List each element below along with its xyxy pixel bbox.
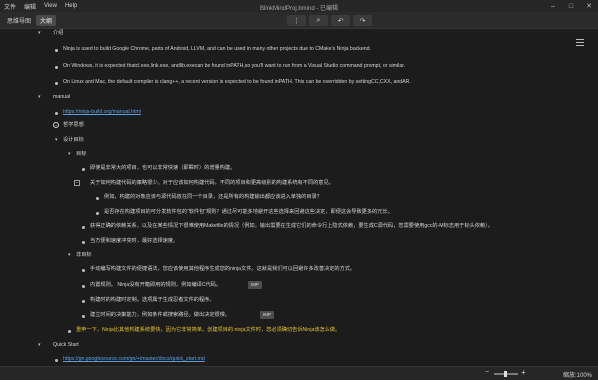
goal-line-3[interactable]: 获得正确的依赖关系，以及在某些情况下很难使用Makefile的情况（例如，输出需… bbox=[90, 222, 493, 230]
undo-icon[interactable]: ↶ bbox=[331, 15, 350, 26]
bullet-icon bbox=[55, 82, 58, 85]
bullet-icon bbox=[96, 212, 99, 215]
zoom-in-icon[interactable]: + bbox=[521, 368, 526, 377]
manual-link[interactable]: https://ninja-build.org/manual.html bbox=[63, 108, 141, 116]
bullet-icon bbox=[55, 112, 58, 115]
collapse-arrow-icon[interactable]: ▾ bbox=[68, 151, 71, 157]
collapse-arrow-icon[interactable]: ▾ bbox=[38, 30, 41, 36]
status-bar: − + 缩放:100% bbox=[0, 366, 598, 380]
goal-line-2[interactable]: 关于如何构建代码的策略很少。对于应该如何构建代码，不同的项目和更高级别的构建系统… bbox=[90, 179, 334, 187]
maximize-icon[interactable]: □ bbox=[562, 0, 580, 12]
goal-subline-2[interactable]: 是否存在构建项目的可分发软件包的“软件包”规则？通过尽可能多地避开这些选择来回避… bbox=[104, 208, 393, 216]
highlighted-note[interactable]: 重申一下，Ninja比其他构建系统要快，因为它非常简单。创建项目的.ninja文… bbox=[76, 326, 340, 334]
search-icon[interactable]: ⌕ bbox=[309, 15, 328, 26]
collapse-arrow-icon[interactable]: ▾ bbox=[68, 252, 71, 258]
tab-mindmap[interactable]: 思维导图 bbox=[3, 15, 35, 26]
nongoal-line-2[interactable]: 内置规则。 Ninja没有开箱即用的规则，例如编译C代码。 bbox=[90, 281, 221, 289]
node-intro[interactable]: 介绍 bbox=[53, 29, 63, 37]
nongoal-line-3[interactable]: 构建时的构建时定制。选项属于生成忍者文件的程序。 bbox=[90, 296, 215, 304]
bullet-icon bbox=[82, 168, 85, 171]
zoom-label: 缩放:100% bbox=[562, 373, 592, 379]
window-title: BlinkMindProj.bmind - 已编辑 bbox=[259, 6, 339, 12]
menu-icon[interactable]: ⋮ bbox=[287, 15, 306, 26]
bullet-icon bbox=[55, 49, 58, 52]
minimize-icon[interactable]: – bbox=[544, 0, 562, 12]
node-quickstart[interactable]: Quick Start bbox=[53, 341, 79, 349]
bullet-icon bbox=[82, 300, 85, 303]
node-goal[interactable]: 目标 bbox=[76, 150, 86, 158]
bullet-icon bbox=[82, 315, 85, 318]
collapse-arrow-icon[interactable]: ▾ bbox=[38, 94, 41, 100]
nongoal-line-4[interactable]: 建立时间的决策能力，例如条件或搜索路径。做出决定很慢。 bbox=[90, 311, 230, 319]
bullet-icon bbox=[82, 241, 85, 244]
collapse-arrow-icon[interactable]: ▾ bbox=[55, 137, 58, 143]
goal-subline-1[interactable]: 例如，构建的对象应该与源代码放在同一个目录，还是所有的构建输出都应该进入单独的目… bbox=[104, 193, 322, 201]
close-icon[interactable]: ✕ bbox=[580, 0, 598, 12]
node-philosophy[interactable]: 哲学思想 bbox=[63, 121, 84, 129]
bullet-icon bbox=[96, 197, 99, 200]
outline-editor[interactable]: ▾ 介绍 Ninja is used to build Google Chrom… bbox=[0, 29, 598, 366]
zoom-slider[interactable] bbox=[494, 371, 518, 377]
quickstart-link[interactable]: https://gn.googlesource.com/gn/+/master/… bbox=[63, 355, 205, 363]
toolbar: 思维导图 大纲 ⋮ ⌕ ↶ ↷ bbox=[0, 12, 598, 29]
nongoal-line-1[interactable]: 手动编写构建文件的便捷语法，您应该使用其他程序生成您的ninja文件。这就是我们… bbox=[90, 265, 355, 273]
intro-line-2[interactable]: On Windows, it is expected thatcl.exe,li… bbox=[63, 62, 405, 70]
collapsed-node-icon[interactable]: + bbox=[53, 122, 59, 128]
expand-toggle-icon[interactable]: − bbox=[74, 180, 80, 186]
bullet-icon bbox=[55, 66, 58, 69]
zoom-out-icon[interactable]: − bbox=[485, 369, 489, 376]
goal-line-4[interactable]: 当方便和速度冲突时，最好选择速度。 bbox=[90, 237, 178, 245]
node-design-goals[interactable]: 设计目标 bbox=[63, 136, 84, 144]
bullet-icon bbox=[68, 330, 71, 333]
bullet-icon bbox=[82, 226, 85, 229]
tool-group: ⋮ ⌕ ↶ ↷ bbox=[287, 15, 372, 26]
node-manual[interactable]: manual bbox=[53, 93, 70, 101]
tag-badge[interactable]: IMP bbox=[248, 281, 263, 289]
intro-line-3[interactable]: On Linux and Mac, the default compiler i… bbox=[63, 78, 411, 86]
goal-line-1[interactable]: 即使是非常大的项目，也可以非常快速（即瞬时）的增量构建。 bbox=[90, 164, 235, 172]
window-controls: – □ ✕ bbox=[544, 0, 598, 12]
tag-badge[interactable]: IMP bbox=[260, 311, 275, 319]
redo-icon[interactable]: ↷ bbox=[353, 15, 372, 26]
bullet-icon bbox=[82, 285, 85, 288]
bullet-icon bbox=[82, 269, 85, 272]
list-view-icon[interactable] bbox=[576, 39, 584, 46]
menu-bar: 文件 编辑 View Help BlinkMindProj.bmind - 已编… bbox=[0, 0, 598, 12]
intro-line-1[interactable]: Ninja is used to build Google Chrome, pa… bbox=[63, 45, 371, 53]
collapse-arrow-icon[interactable]: ▾ bbox=[38, 342, 41, 348]
node-nongoal[interactable]: 非目标 bbox=[76, 251, 92, 259]
zoom-slider-knob[interactable] bbox=[504, 371, 507, 377]
bullet-icon bbox=[55, 359, 58, 362]
tab-outline[interactable]: 大纲 bbox=[36, 15, 57, 26]
